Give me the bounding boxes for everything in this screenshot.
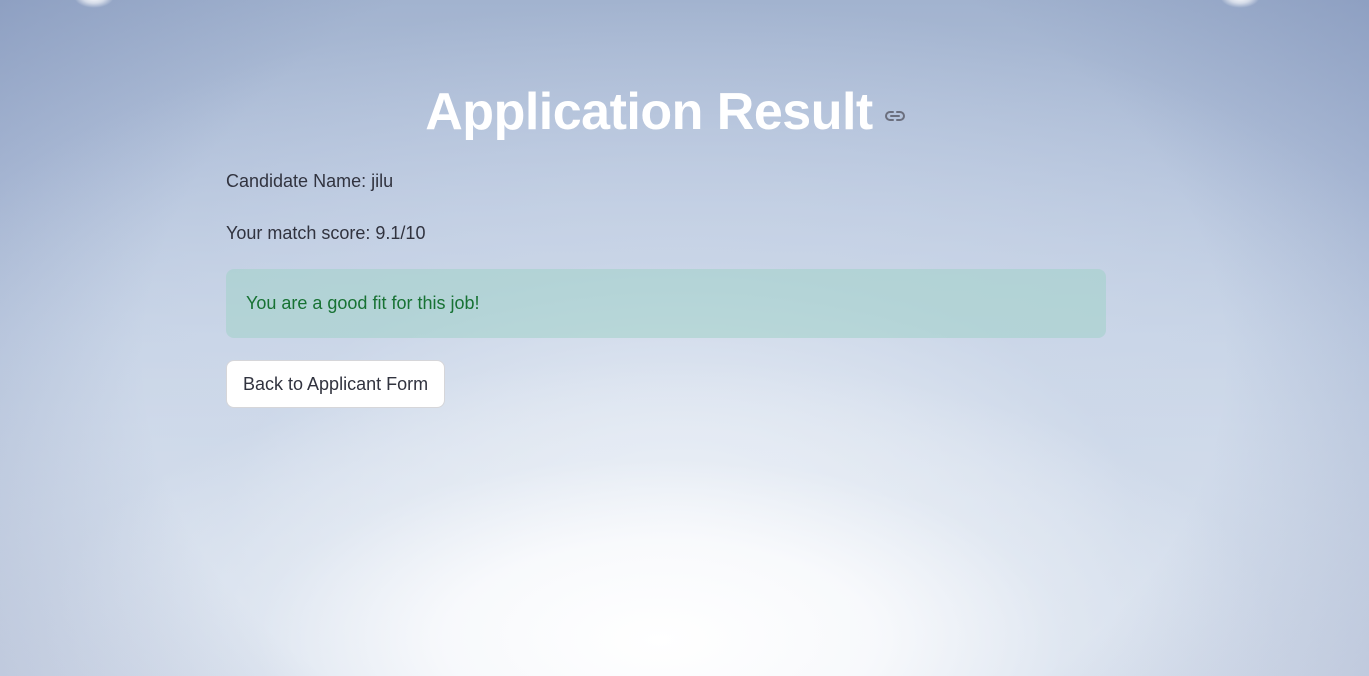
light-spot-right xyxy=(1220,0,1260,8)
page-title: Application Result xyxy=(425,83,873,141)
candidate-name-text: Candidate Name: jilu xyxy=(226,171,394,191)
back-to-applicant-form-button[interactable]: Back to Applicant Form xyxy=(226,360,446,408)
match-score-text: Your match score: 9.1/10 xyxy=(226,223,426,243)
success-alert-message: You are a good fit for this job! xyxy=(246,293,480,313)
link-icon[interactable] xyxy=(883,104,907,128)
success-alert: You are a good fit for this job! xyxy=(226,269,1106,338)
title-row: Application Result xyxy=(226,80,1106,144)
light-spot-left xyxy=(74,0,114,8)
